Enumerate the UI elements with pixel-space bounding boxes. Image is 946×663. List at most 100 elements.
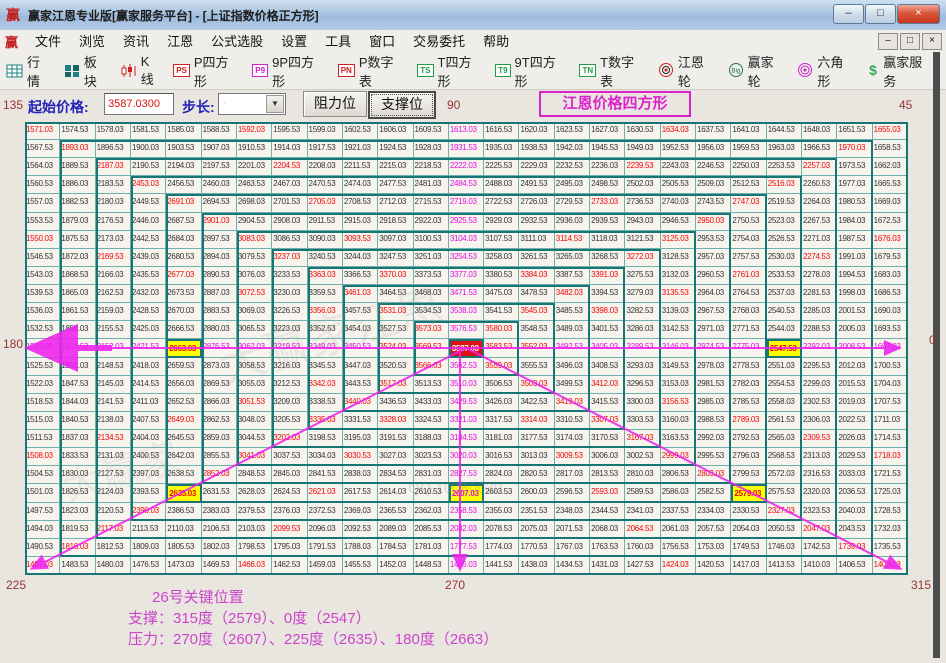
grid-cell[interactable]: 2131.03 bbox=[96, 448, 131, 466]
grid-cell[interactable]: 3293.03 bbox=[625, 358, 660, 376]
grid-cell[interactable]: 2208.03 bbox=[308, 158, 343, 176]
menu-item-5[interactable]: 设置 bbox=[272, 32, 316, 51]
grid-cell[interactable]: 2337.53 bbox=[661, 503, 696, 521]
grid-cell[interactable]: 1445.03 bbox=[449, 557, 484, 575]
grid-cell[interactable]: 2866.03 bbox=[202, 394, 237, 412]
grid-cell[interactable]: 2537.03 bbox=[767, 285, 802, 303]
grid-cell[interactable]: 2330.53 bbox=[731, 503, 766, 521]
mdi-restore-button[interactable]: □ bbox=[900, 33, 920, 50]
grid-cell[interactable]: 2985.03 bbox=[696, 394, 731, 412]
grid-cell[interactable]: 3576.53 bbox=[449, 321, 484, 339]
grid-cell[interactable]: 1854.53 bbox=[60, 339, 95, 357]
grid-cell[interactable]: 3118.03 bbox=[590, 231, 625, 249]
grid-cell[interactable]: 1448.53 bbox=[414, 557, 449, 575]
toolbar-item-P数字表[interactable]: PNP数字表 bbox=[338, 52, 407, 90]
grid-cell[interactable]: 1945.53 bbox=[590, 140, 625, 158]
grid-cell[interactable]: 3454.03 bbox=[343, 321, 378, 339]
grid-cell[interactable]: 2911.53 bbox=[308, 213, 343, 231]
grid-cell[interactable]: 1791.53 bbox=[308, 539, 343, 557]
toolbar-item-K线[interactable]: K线 bbox=[121, 54, 163, 88]
grid-cell[interactable]: 2880.03 bbox=[202, 321, 237, 339]
grid-cell[interactable]: 2218.53 bbox=[414, 158, 449, 176]
grid-cell[interactable]: 3034.03 bbox=[308, 448, 343, 466]
grid-cell[interactable]: 1459.03 bbox=[308, 557, 343, 575]
grid-cell[interactable]: 2309.53 bbox=[802, 430, 837, 448]
grid-cell[interactable]: 3188.03 bbox=[414, 430, 449, 448]
grid-cell[interactable]: 2901.03 bbox=[202, 213, 237, 231]
grid-cell[interactable]: 3317.53 bbox=[484, 412, 519, 430]
grid-cell[interactable]: 1896.53 bbox=[96, 140, 131, 158]
grid-cell[interactable]: 3100.53 bbox=[414, 231, 449, 249]
grid-cell[interactable]: 3552.03 bbox=[519, 339, 554, 357]
grid-cell-degree-315[interactable]: 2579.03 bbox=[731, 484, 766, 502]
grid-cell[interactable]: 2155.53 bbox=[96, 321, 131, 339]
grid-cell[interactable]: 3037.53 bbox=[272, 448, 307, 466]
grid-cell[interactable]: 2943.03 bbox=[625, 213, 660, 231]
grid-cell[interactable]: 3149.53 bbox=[661, 358, 696, 376]
grid-cell[interactable]: 3205.53 bbox=[272, 412, 307, 430]
grid-cell[interactable]: 2757.53 bbox=[731, 249, 766, 267]
grid-cell[interactable]: 1550.03 bbox=[25, 231, 60, 249]
grid-cell[interactable]: 1473.03 bbox=[166, 557, 201, 575]
toolbar-item-赢家轮[interactable]: Big赢家轮 bbox=[728, 52, 787, 90]
grid-cell[interactable]: 2435.53 bbox=[131, 267, 166, 285]
grid-cell[interactable]: 2694.53 bbox=[202, 194, 237, 212]
grid-cell[interactable]: 1830.03 bbox=[60, 466, 95, 484]
grid-cell[interactable]: 3251.03 bbox=[414, 249, 449, 267]
grid-cell[interactable]: 1725.03 bbox=[873, 484, 908, 502]
grid-cell[interactable]: 3440.03 bbox=[343, 394, 378, 412]
grid-cell[interactable]: 1483.53 bbox=[60, 557, 95, 575]
grid-cell[interactable]: 1630.53 bbox=[625, 122, 660, 140]
grid-cell[interactable]: 3408.53 bbox=[590, 358, 625, 376]
grid-cell[interactable]: 2334.03 bbox=[696, 503, 731, 521]
grid-cell[interactable]: 3125.03 bbox=[661, 231, 696, 249]
grid-cell[interactable]: 2495.03 bbox=[555, 176, 590, 194]
grid-cell[interactable]: 3447.03 bbox=[343, 358, 378, 376]
grid-cell[interactable]: 3191.53 bbox=[378, 430, 413, 448]
grid-cell[interactable]: 3370.03 bbox=[378, 267, 413, 285]
grid-cell[interactable]: 2089.03 bbox=[378, 521, 413, 539]
grid-cell[interactable]: 1637.53 bbox=[696, 122, 731, 140]
grid-cell[interactable]: 2649.03 bbox=[166, 412, 201, 430]
grid-cell[interactable]: 2691.03 bbox=[166, 194, 201, 212]
grid-cell[interactable]: 2803.03 bbox=[696, 466, 731, 484]
grid-cell[interactable]: 3482.03 bbox=[555, 285, 590, 303]
grid-cell[interactable]: 2568.53 bbox=[767, 448, 802, 466]
grid-cell[interactable]: 2957.03 bbox=[696, 249, 731, 267]
grid-cell[interactable]: 1658.53 bbox=[873, 140, 908, 158]
grid-cell[interactable]: 2439.03 bbox=[131, 249, 166, 267]
grid-cell[interactable]: 1931.53 bbox=[449, 140, 484, 158]
grid-cell[interactable]: 1700.53 bbox=[873, 358, 908, 376]
grid-cell[interactable]: 1802.03 bbox=[202, 539, 237, 557]
grid-cell[interactable]: 2894.03 bbox=[202, 249, 237, 267]
grid-cell[interactable]: 2708.53 bbox=[343, 194, 378, 212]
grid-cell[interactable]: 2117.03 bbox=[96, 521, 131, 539]
grid-cell[interactable]: 3058.53 bbox=[237, 358, 272, 376]
grid-cell[interactable]: 1770.53 bbox=[519, 539, 554, 557]
grid-cell[interactable]: 2572.03 bbox=[767, 466, 802, 484]
grid-cell[interactable]: 2054.03 bbox=[731, 521, 766, 539]
grid-cell[interactable]: 2278.03 bbox=[802, 267, 837, 285]
grid-cell[interactable]: 2015.53 bbox=[837, 376, 872, 394]
grid-cell[interactable]: 1585.03 bbox=[166, 122, 201, 140]
grid-cell[interactable]: 2414.53 bbox=[131, 376, 166, 394]
toolbar-item-9T四方形[interactable]: T99T四方形 bbox=[495, 52, 568, 90]
grid-cell[interactable]: 2099.53 bbox=[272, 521, 307, 539]
grid-cell[interactable]: 3289.53 bbox=[625, 339, 660, 357]
grid-cell[interactable]: 2946.53 bbox=[661, 213, 696, 231]
grid-cell[interactable]: 1756.53 bbox=[661, 539, 696, 557]
grid-cell[interactable]: 1403.03 bbox=[873, 557, 908, 575]
grid-cell[interactable]: 2047.03 bbox=[802, 521, 837, 539]
grid-cell[interactable]: 2999.03 bbox=[661, 448, 696, 466]
grid-cell[interactable]: 2302.53 bbox=[802, 394, 837, 412]
grid-cell[interactable]: 2761.03 bbox=[731, 267, 766, 285]
grid-cell[interactable]: 1889.53 bbox=[60, 158, 95, 176]
grid-cell[interactable]: 1564.03 bbox=[25, 158, 60, 176]
grid-cell[interactable]: 2565.03 bbox=[767, 430, 802, 448]
grid-cell[interactable]: 3265.03 bbox=[555, 249, 590, 267]
grid-cell[interactable]: 3195.03 bbox=[343, 430, 378, 448]
grid-cell[interactable]: 2075.03 bbox=[519, 521, 554, 539]
grid-cell[interactable]: 3139.03 bbox=[661, 303, 696, 321]
grid-cell[interactable]: 1466.03 bbox=[237, 557, 272, 575]
grid-cell[interactable]: 1518.53 bbox=[25, 394, 60, 412]
